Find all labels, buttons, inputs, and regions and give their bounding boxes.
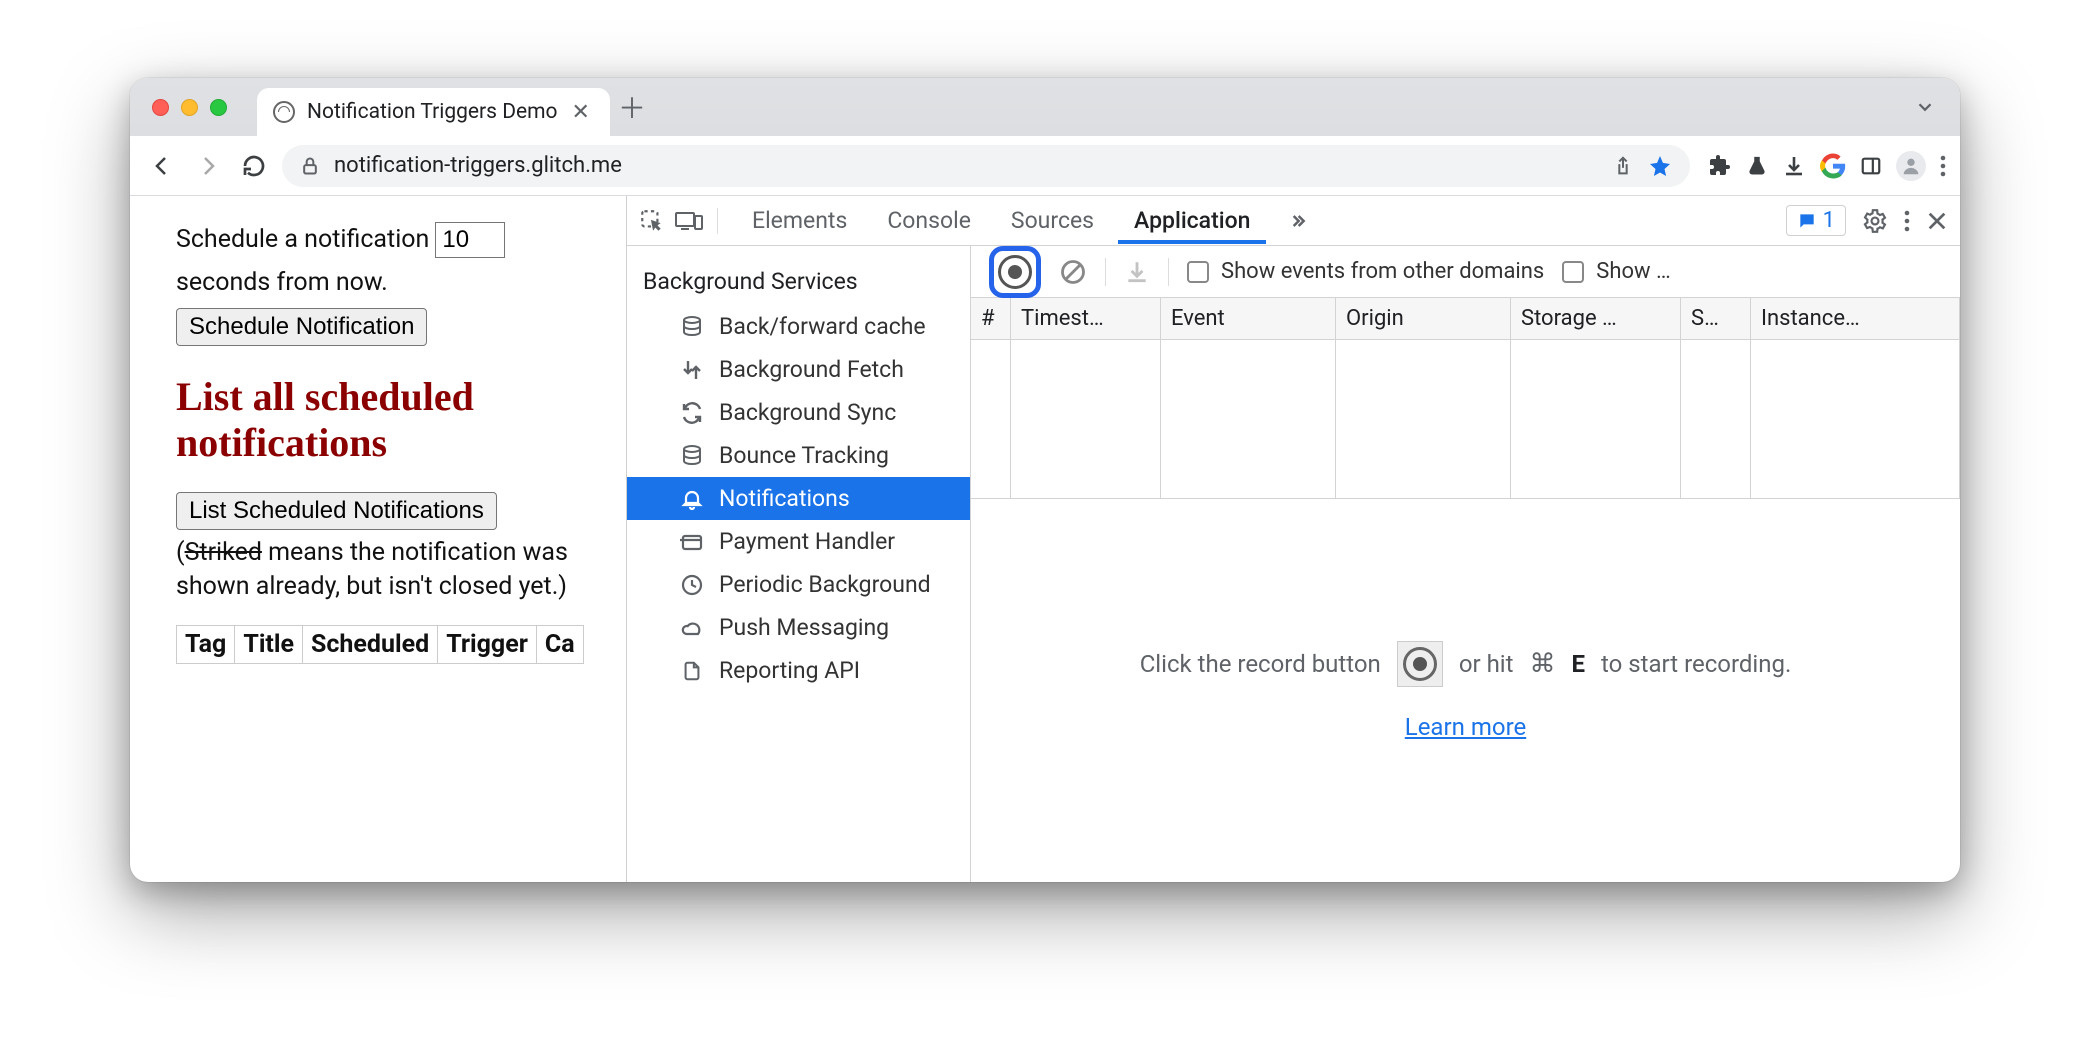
doc-icon <box>679 659 705 683</box>
schedule-label-pre: Schedule a notification <box>176 223 429 257</box>
inspect-icon[interactable] <box>639 208 665 234</box>
col-sw[interactable]: S… <box>1681 298 1751 339</box>
sidebar-item-reporting-api[interactable]: Reporting API <box>627 649 970 692</box>
notifications-table: TagTitleScheduledTriggerCa <box>176 625 584 664</box>
devtools-panel: ElementsConsoleSourcesApplication 1 <box>626 196 1960 882</box>
close-tab-icon[interactable]: ✕ <box>570 100 592 125</box>
window-controls <box>152 99 227 116</box>
clock-icon <box>679 573 705 597</box>
share-icon[interactable] <box>1612 155 1634 177</box>
col-event[interactable]: Event <box>1161 298 1336 339</box>
sidebar-item-back-forward-cache[interactable]: Back/forward cache <box>627 305 970 348</box>
profile-avatar[interactable] <box>1896 151 1926 181</box>
sidebar-item-periodic-background[interactable]: Periodic Background <box>627 563 970 606</box>
card-icon <box>679 530 705 554</box>
col-origin[interactable]: Origin <box>1336 298 1511 339</box>
window-maximize-button[interactable] <box>210 99 227 116</box>
page-table-col: Ca <box>536 626 583 664</box>
devtools-tab-elements[interactable]: Elements <box>736 197 863 244</box>
sidebar-item-payment-handler[interactable]: Payment Handler <box>627 520 970 563</box>
list-notifications-button[interactable]: List Scheduled Notifications <box>176 492 497 530</box>
recording-helper: Click the record button or hit ⌘ E to st… <box>971 498 1960 882</box>
devtools-tab-console[interactable]: Console <box>871 197 987 244</box>
col-num[interactable]: # <box>971 298 1011 339</box>
sidebar-item-bounce-tracking[interactable]: Bounce Tracking <box>627 434 970 477</box>
tab-list-button[interactable] <box>1914 96 1936 118</box>
devtools-main: Show events from other domains Show … # … <box>971 246 1960 882</box>
menu-icon[interactable] <box>1940 154 1946 178</box>
nav-back-button[interactable] <box>144 148 180 184</box>
tab-title: Notification Triggers Demo <box>307 100 558 124</box>
schedule-notification-button[interactable]: Schedule Notification <box>176 308 427 346</box>
new-tab-button[interactable]: ＋ <box>610 87 654 127</box>
record-button-highlight <box>989 246 1041 298</box>
address-bar: notification-triggers.glitch.me <box>130 136 1960 196</box>
show-other-domains-checkbox[interactable]: Show events from other domains <box>1187 259 1544 284</box>
toolbar-right <box>1700 151 1946 181</box>
devtools-menu-icon[interactable] <box>1904 209 1910 233</box>
events-table-body <box>971 340 1960 498</box>
nav-forward-button[interactable] <box>190 148 226 184</box>
sidebar-item-push-messaging[interactable]: Push Messaging <box>627 606 970 649</box>
labs-icon[interactable] <box>1746 154 1768 178</box>
globe-icon <box>273 101 295 123</box>
notifications-toolbar: Show events from other domains Show … <box>971 246 1960 298</box>
window-minimize-button[interactable] <box>181 99 198 116</box>
page-table-col: Tag <box>177 626 235 664</box>
note-text: (Striked means the notification was show… <box>176 536 616 604</box>
sidebar-group-title: Background Services <box>627 258 970 305</box>
browser-window: Notification Triggers Demo ✕ ＋ notificat… <box>130 78 1960 882</box>
reload-button[interactable] <box>236 148 272 184</box>
window-close-button[interactable] <box>152 99 169 116</box>
sidebar-item-background-fetch[interactable]: Background Fetch <box>627 348 970 391</box>
devtools-close-icon[interactable] <box>1926 210 1948 232</box>
devtools-tab-sources[interactable]: Sources <box>995 197 1110 244</box>
schedule-label-post: seconds from now. <box>176 266 388 300</box>
devtools-tab-bar: ElementsConsoleSourcesApplication 1 <box>627 196 1960 246</box>
sidebar-item-background-sync[interactable]: Background Sync <box>627 391 970 434</box>
url-host: notification-triggers.glitch.me <box>334 153 622 178</box>
helper-record-icon <box>1397 641 1443 687</box>
url-field[interactable]: notification-triggers.glitch.me <box>282 145 1690 187</box>
bell-icon <box>679 487 705 511</box>
cloud-icon <box>679 616 705 640</box>
browser-tab[interactable]: Notification Triggers Demo ✕ <box>257 88 610 136</box>
fetch-icon <box>679 358 705 382</box>
devtools-tab-application[interactable]: Application <box>1118 197 1266 244</box>
schedule-delay-input[interactable] <box>435 222 505 258</box>
lock-icon <box>300 156 320 176</box>
sync-icon <box>679 401 705 425</box>
page-table-col: Scheduled <box>303 626 438 664</box>
col-storage[interactable]: Storage … <box>1511 298 1681 339</box>
page-table-col: Title <box>235 626 303 664</box>
tab-strip: Notification Triggers Demo ✕ ＋ <box>130 78 1960 136</box>
clear-icon[interactable] <box>1059 258 1087 286</box>
bookmark-star-icon[interactable] <box>1648 154 1672 178</box>
side-panel-icon[interactable] <box>1860 155 1882 177</box>
record-button[interactable] <box>998 255 1032 289</box>
page-content: Schedule a notification seconds from now… <box>130 196 626 882</box>
issues-chip[interactable]: 1 <box>1786 205 1846 236</box>
google-icon[interactable] <box>1820 153 1846 179</box>
show-more-checkbox[interactable]: Show … <box>1562 259 1670 284</box>
page-table-col: Trigger <box>438 626 537 664</box>
learn-more-link[interactable]: Learn more <box>1405 713 1526 741</box>
col-instance[interactable]: Instance… <box>1751 298 1960 339</box>
save-icon[interactable] <box>1124 259 1150 285</box>
page-heading: List all scheduled notifications <box>176 374 616 466</box>
devtools-sidebar: Background Services Back/forward cacheBa… <box>627 246 971 882</box>
sidebar-item-notifications[interactable]: Notifications <box>627 477 970 520</box>
db-icon <box>679 315 705 339</box>
downloads-icon[interactable] <box>1782 154 1806 178</box>
extensions-icon[interactable] <box>1708 154 1732 178</box>
more-tabs-icon[interactable] <box>1274 205 1320 237</box>
device-toggle-icon[interactable] <box>675 210 703 232</box>
settings-icon[interactable] <box>1862 208 1888 234</box>
events-table: # Timest… Event Origin Storage … S… Inst… <box>971 298 1960 498</box>
db-icon <box>679 444 705 468</box>
col-timestamp[interactable]: Timest… <box>1011 298 1161 339</box>
